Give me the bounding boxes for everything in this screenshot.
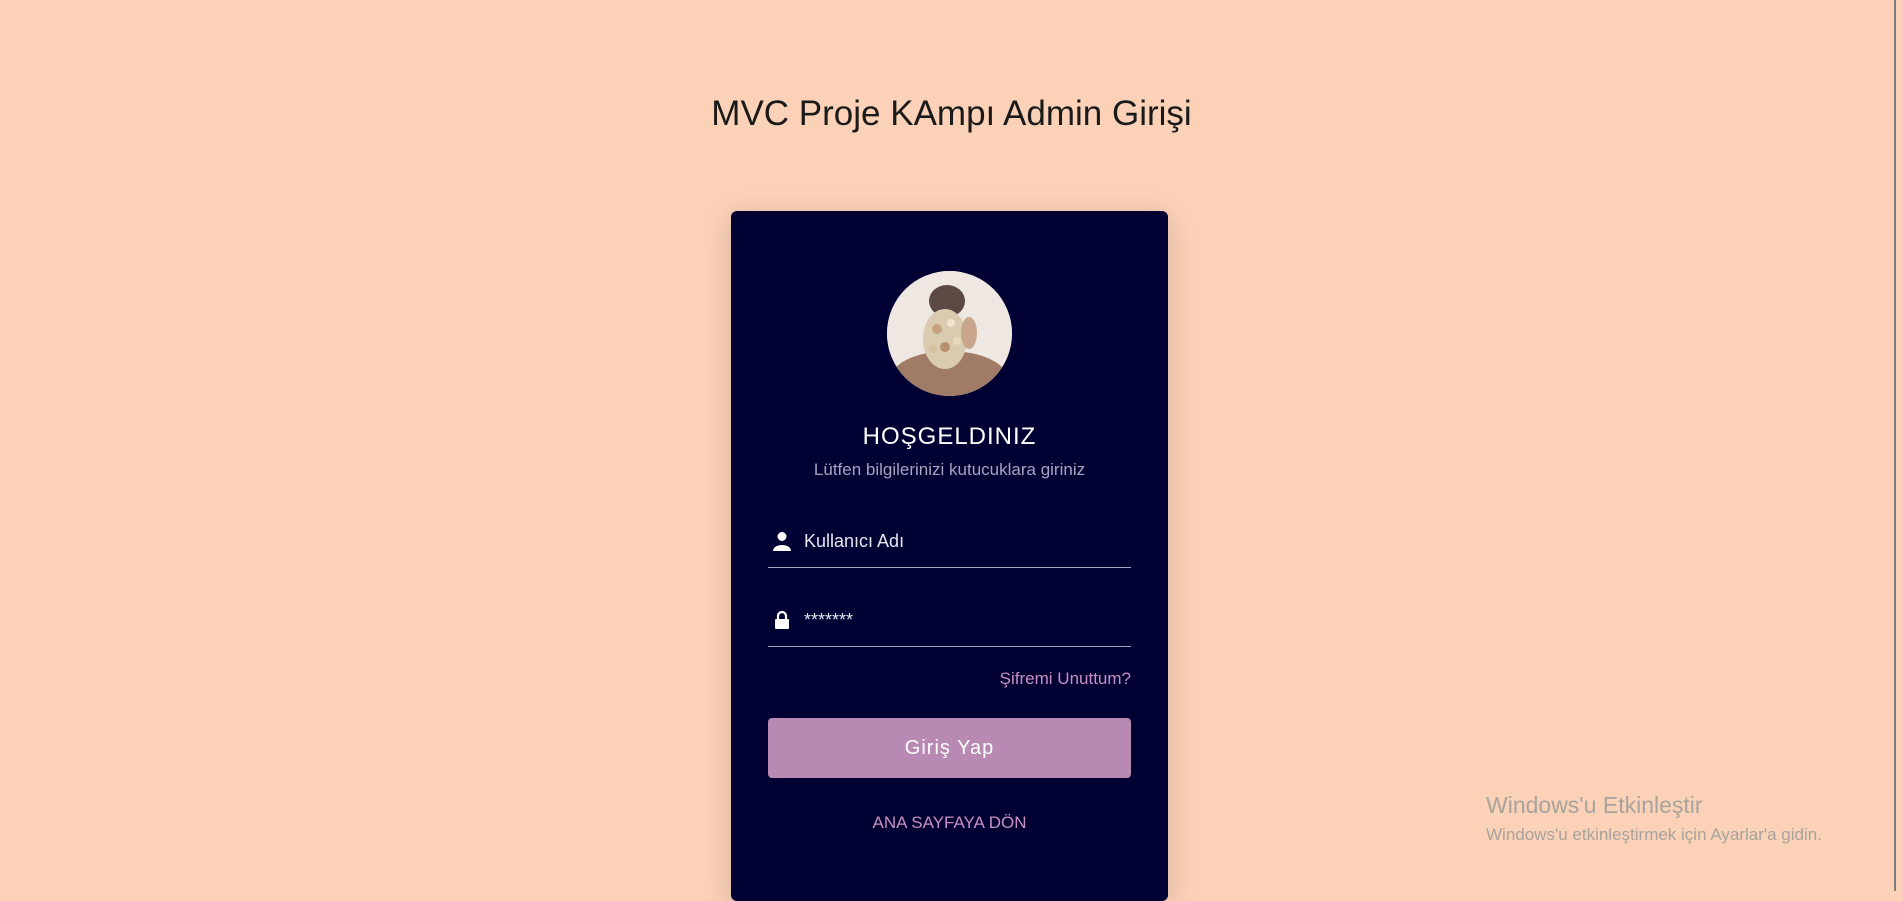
user-icon (768, 527, 796, 555)
avatar-photo (887, 271, 1012, 396)
login-button[interactable]: Giriş Yap (768, 718, 1131, 778)
activation-title: Windows'u Etkinleştir (1486, 792, 1703, 818)
welcome-heading: HOŞGELDINIZ (862, 423, 1037, 450)
vertical-scrollbar[interactable] (1894, 0, 1903, 891)
password-field (768, 594, 1131, 647)
windows-activation-watermark: Windows'u Etkinleştir Windows'u etkinleş… (1486, 792, 1822, 845)
login-card: HOŞGELDINIZ Lütfen bilgilerinizi kutucuk… (731, 211, 1168, 901)
password-input[interactable] (804, 609, 1131, 631)
lock-icon (768, 606, 796, 634)
username-input[interactable] (804, 530, 1131, 552)
page-title: MVC Proje KAmpı Admin Girişi (711, 94, 1192, 133)
home-link[interactable]: ANA SAYFAYA DÖN (731, 813, 1168, 833)
forgot-password-link[interactable]: Şifremi Unuttum? (1000, 669, 1131, 689)
avatar (887, 271, 1012, 396)
activation-message: Windows'u etkinleştirmek için Ayarlar'a … (1486, 825, 1822, 844)
subtitle: Lütfen bilgilerinizi kutucuklara giriniz (813, 460, 1086, 479)
username-field (768, 515, 1131, 568)
